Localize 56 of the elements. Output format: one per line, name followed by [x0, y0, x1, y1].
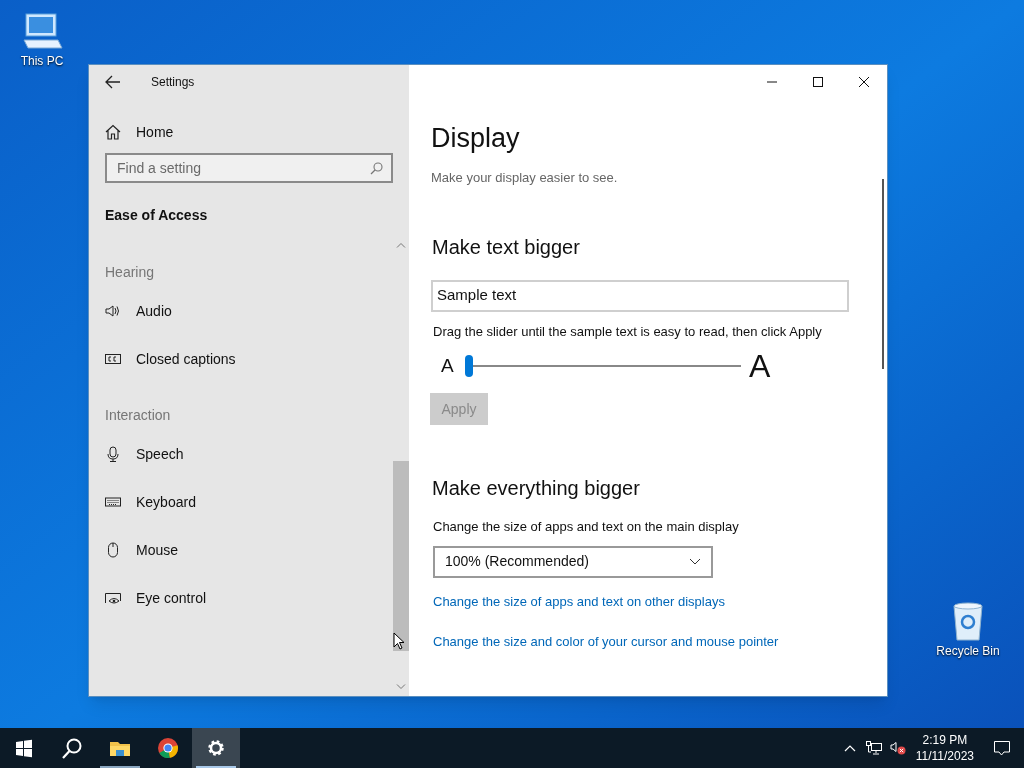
- desktop-icon-label[interactable]: Recycle Bin: [936, 644, 1000, 658]
- close-icon: [859, 76, 869, 87]
- scrollbar-thumb[interactable]: [393, 461, 409, 651]
- group-heading: Interaction: [105, 406, 172, 425]
- large-a-label: A: [749, 350, 771, 382]
- notification-icon: [994, 740, 1010, 756]
- circle-logo-icon: [157, 737, 179, 759]
- back-arrow-icon[interactable]: [105, 75, 121, 89]
- desktop-icon-label[interactable]: This PC: [20, 54, 64, 68]
- network-icon[interactable]: [865, 741, 882, 755]
- sample-text-box: Sample text: [431, 279, 849, 312]
- clock-time: 2:19 PM: [922, 732, 968, 748]
- mouse-pointer-icon: [393, 632, 405, 650]
- maximize-icon: [813, 76, 823, 87]
- settings-link[interactable]: Change the size of apps and text on other displays: [433, 591, 887, 611]
- scale-dropdown[interactable]: 100% (Recommended): [433, 545, 713, 578]
- slider-thumb[interactable]: [465, 355, 473, 377]
- windows-logo-icon: [13, 737, 35, 759]
- sidebar-item[interactable]: Closed captions: [105, 347, 393, 371]
- small-a-label: A: [441, 353, 455, 378]
- home-nav-item[interactable]: Home: [105, 120, 393, 144]
- settings-link[interactable]: Change the size and color of your cursor and mouse pointer: [433, 632, 887, 652]
- taskbar-button[interactable]: [192, 728, 240, 768]
- section-heading: Make everything bigger: [432, 476, 641, 501]
- content-scrollbar[interactable]: [882, 179, 884, 369]
- chevron-down-icon: [689, 558, 701, 565]
- sidebar-item[interactable]: Mouse: [105, 538, 393, 562]
- gear-icon: [205, 737, 227, 759]
- search-icon: [61, 737, 83, 759]
- scale-label: Change the size of apps and text on the main display: [433, 518, 740, 536]
- page-subtitle: Make your display easier to see.: [431, 169, 619, 187]
- clock-date: 11/11/2023: [915, 748, 974, 764]
- speaker-icon: [105, 303, 121, 319]
- keyboard-icon: [105, 494, 121, 510]
- sidebar-item[interactable]: Audio: [105, 299, 393, 323]
- page-title: Display: [431, 122, 521, 155]
- microphone-icon: [105, 446, 121, 462]
- slider-instruction: Drag the slider until the sample text is easy to read, then click Apply: [433, 322, 823, 341]
- chevron-up-icon[interactable]: [843, 744, 856, 752]
- home-icon: [105, 124, 121, 140]
- section-title: Ease of Access: [105, 206, 209, 225]
- mouse-icon: [105, 542, 121, 558]
- slider[interactable]: [465, 355, 741, 377]
- eye-icon: [105, 590, 121, 606]
- group-heading: Hearing: [105, 263, 156, 282]
- section-heading: Make text bigger: [432, 234, 581, 260]
- sidebar-item[interactable]: Keyboard: [105, 490, 393, 514]
- window-title: Settings: [151, 74, 195, 91]
- computer-icon[interactable]: [20, 10, 64, 52]
- sidebar-item[interactable]: Speech: [105, 442, 393, 466]
- captions-icon: [105, 351, 121, 367]
- clock[interactable]: 2:19 PM 11/11/2023: [909, 732, 980, 764]
- search-icon: [370, 162, 383, 175]
- muted-speaker-icon[interactable]: [889, 741, 906, 755]
- sidebar-item[interactable]: Eye control: [105, 586, 393, 610]
- search-field[interactable]: Find a setting: [105, 153, 393, 183]
